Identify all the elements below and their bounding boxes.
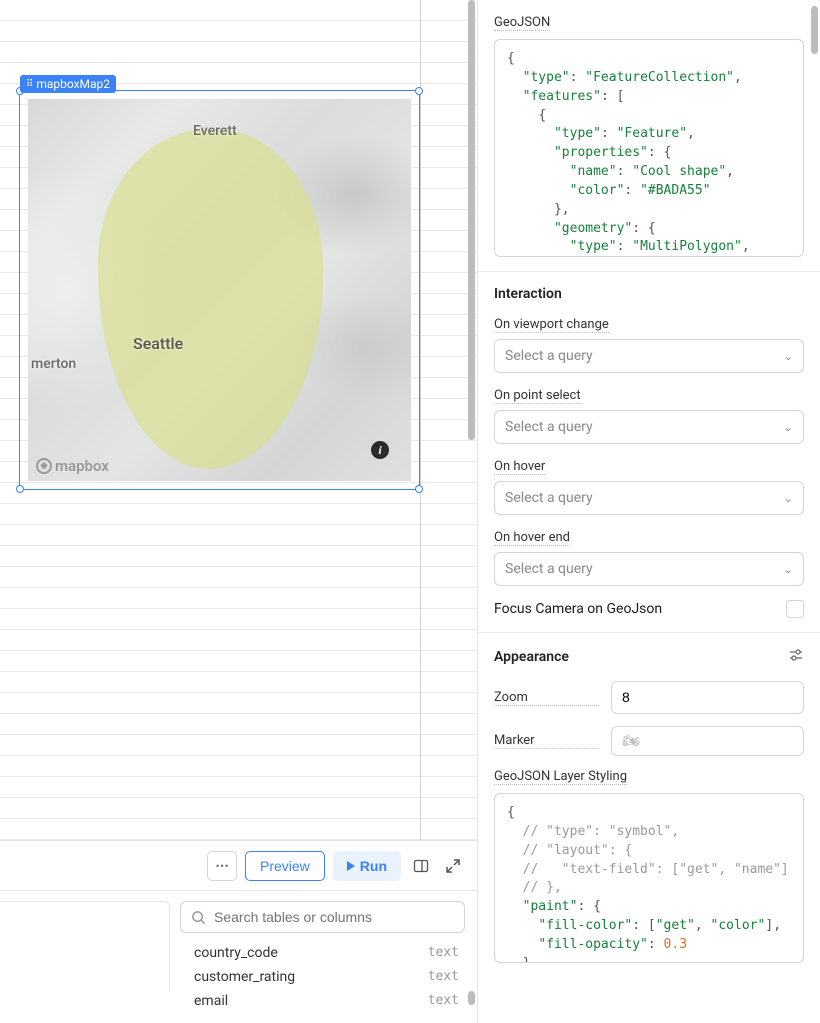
map-viewport[interactable]: Everett Seattle merton ◆ mapbox i [28, 99, 411, 481]
mapbox-attribution[interactable]: ◆ mapbox [36, 457, 109, 475]
right-panel: GeoJSON { "type": "FeatureCollection", "… [478, 0, 820, 1023]
hover-label: On hover [494, 459, 545, 475]
panel-toggle-button[interactable] [409, 854, 433, 878]
chevron-down-icon: ⌄ [784, 563, 793, 576]
chevron-down-icon: ⌄ [784, 421, 793, 434]
map-label-merton: merton [31, 356, 76, 372]
marker-label: Marker [494, 733, 599, 749]
map-component[interactable]: Everett Seattle merton ◆ mapbox i [19, 90, 420, 490]
interaction-title: Interaction [494, 286, 804, 302]
focus-camera-label: Focus Camera on GeoJson [494, 601, 662, 617]
chevron-down-icon: ⌄ [784, 350, 793, 363]
select-placeholder: Select a query [505, 561, 593, 577]
field-type: text [428, 969, 459, 985]
run-button-label: Run [360, 858, 387, 874]
field-row[interactable]: country_code text [180, 941, 465, 965]
resize-handle-bl[interactable] [16, 485, 24, 493]
right-scrollbar[interactable] [811, 6, 818, 54]
marker-placeholder-icon: 🏍 [622, 733, 640, 749]
geojson-section: GeoJSON { "type": "FeatureCollection", "… [478, 0, 820, 272]
bottom-panel: country_code text customer_rating text e… [0, 890, 477, 1023]
styling-code-editor[interactable]: { // "type": "symbol", // "layout": { //… [494, 793, 804, 963]
panel-icon [413, 858, 429, 874]
resize-handle-tr[interactable] [415, 87, 423, 95]
point-select-select[interactable]: Select a query ⌄ [494, 410, 804, 444]
sliders-icon [788, 647, 804, 663]
bottom-scrollbar[interactable] [468, 991, 475, 1005]
preview-button[interactable]: Preview [245, 851, 325, 881]
field-name: customer_rating [194, 969, 295, 985]
canvas-scrollbar[interactable] [468, 0, 475, 440]
toolbar: ⋯ Preview Run [0, 840, 477, 890]
hover-select[interactable]: Select a query ⌄ [494, 481, 804, 515]
schema-tree-stub[interactable] [0, 901, 170, 991]
map-label-everett: Everett [193, 123, 237, 139]
map-label-seattle: Seattle [133, 334, 183, 353]
canvas-area[interactable]: ⠿ mapboxMap2 Everett Seattle merton ◆ ma… [0, 0, 477, 840]
appearance-section: Appearance Zoom Marker 🏍 GeoJSON Layer S… [478, 633, 820, 977]
mapbox-attribution-text: mapbox [55, 457, 109, 475]
geojson-code-editor[interactable]: { "type": "FeatureCollection", "features… [494, 39, 804, 257]
styling-label: GeoJSON Layer Styling [494, 769, 627, 785]
viewport-change-select[interactable]: Select a query ⌄ [494, 339, 804, 373]
component-tag[interactable]: ⠿ mapboxMap2 [20, 75, 116, 93]
search-box[interactable] [180, 901, 465, 933]
search-input[interactable] [214, 909, 454, 925]
info-icon[interactable]: i [371, 441, 389, 459]
more-button[interactable]: ⋯ [207, 851, 237, 881]
run-button[interactable]: Run [333, 851, 401, 881]
geojson-label: GeoJSON [494, 15, 550, 31]
zoom-input-wrapper[interactable] [611, 681, 804, 714]
zoom-label: Zoom [494, 690, 599, 706]
viewport-change-label: On viewport change [494, 317, 609, 333]
drag-handle-icon[interactable]: ⠿ [26, 79, 32, 90]
point-select-label: On point select [494, 388, 581, 404]
search-icon [191, 910, 206, 925]
expand-icon [445, 858, 461, 874]
field-row[interactable]: email text [180, 989, 465, 1013]
component-tag-label: mapboxMap2 [36, 77, 110, 91]
focus-camera-checkbox[interactable] [786, 600, 804, 618]
field-name: email [194, 993, 228, 1009]
settings-icon[interactable] [788, 647, 804, 667]
hover-end-label: On hover end [494, 530, 570, 546]
marker-input[interactable]: 🏍 [611, 726, 804, 756]
focus-camera-row: Focus Camera on GeoJson [494, 600, 804, 618]
hover-end-select[interactable]: Select a query ⌄ [494, 552, 804, 586]
zoom-input[interactable] [622, 689, 793, 705]
left-panel: ⠿ mapboxMap2 Everett Seattle merton ◆ ma… [0, 0, 478, 1023]
resize-handle-br[interactable] [415, 485, 423, 493]
expand-button[interactable] [441, 854, 465, 878]
appearance-title: Appearance [494, 649, 569, 665]
play-icon [347, 861, 355, 871]
field-type: text [428, 945, 459, 961]
field-name: country_code [194, 945, 278, 961]
mapbox-logo-icon: ◆ [36, 458, 52, 474]
select-placeholder: Select a query [505, 419, 593, 435]
field-row[interactable]: customer_rating text [180, 965, 465, 989]
chevron-down-icon: ⌄ [784, 492, 793, 505]
select-placeholder: Select a query [505, 348, 593, 364]
canvas-divider [420, 0, 421, 840]
select-placeholder: Select a query [505, 490, 593, 506]
field-type: text [428, 993, 459, 1009]
interaction-section: Interaction On viewport change Select a … [478, 272, 820, 633]
